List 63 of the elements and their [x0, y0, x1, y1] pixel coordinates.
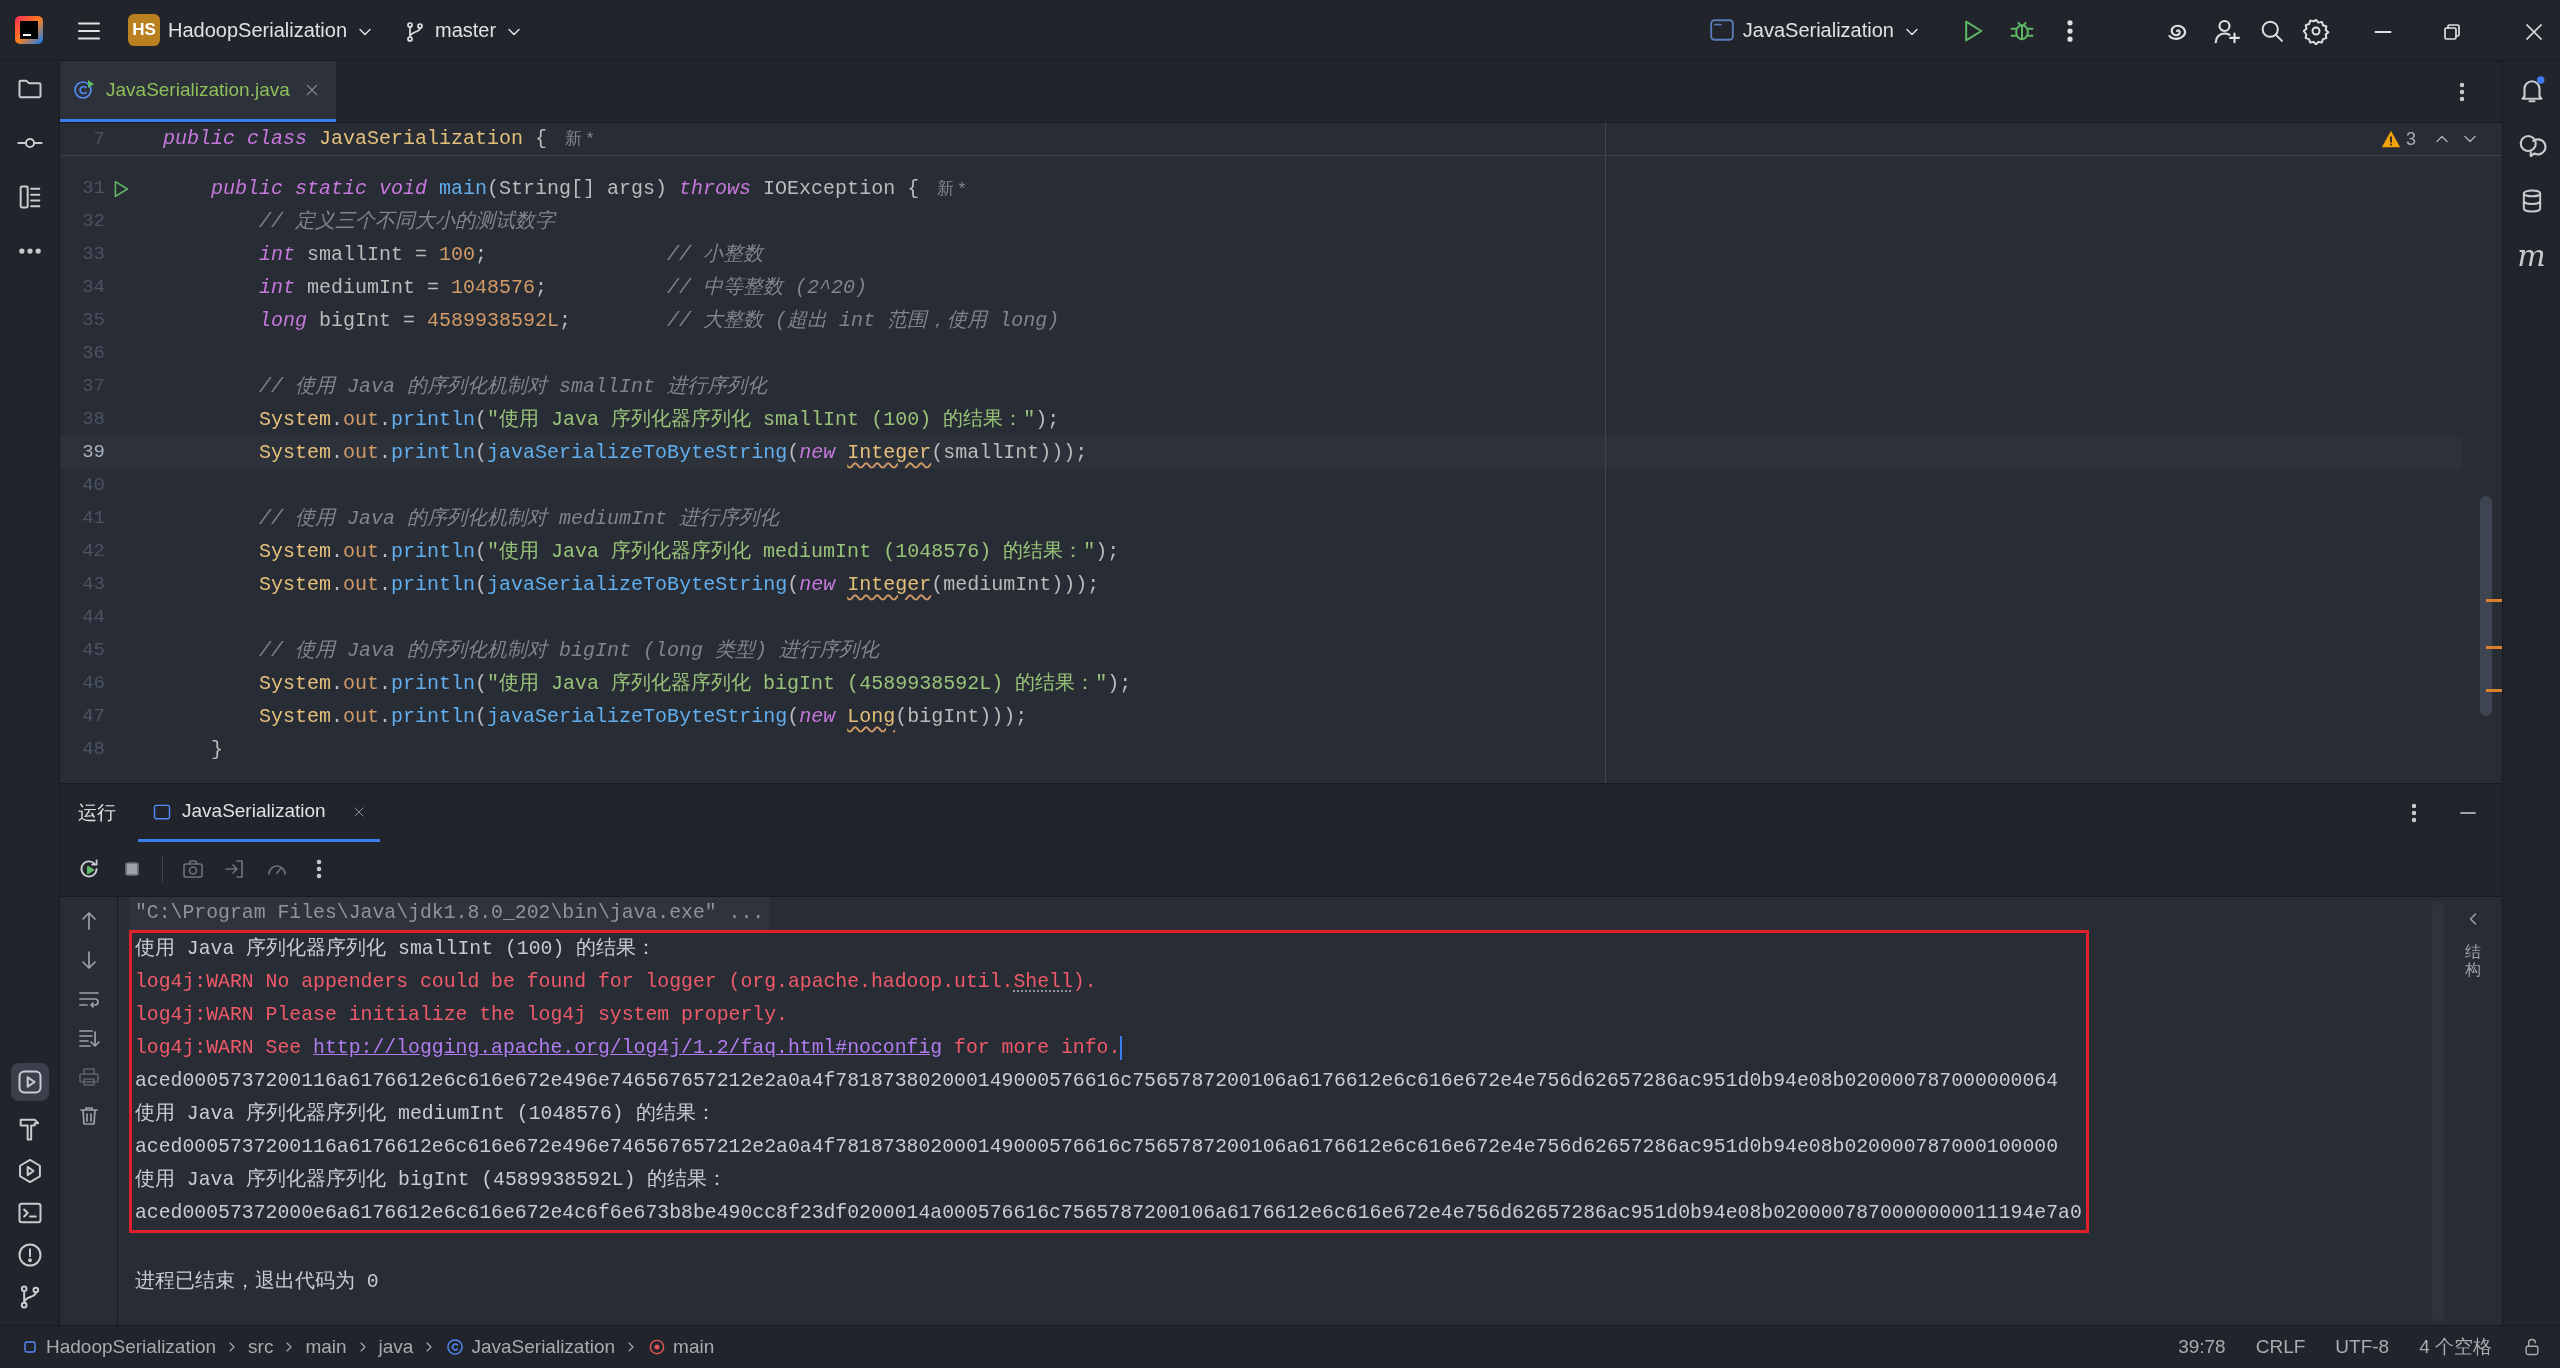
code-line: System.out.println(javaSerializeToByteString(new Integer(smallInt))); — [259, 439, 1088, 466]
breadcrumb[interactable]: JavaSerialization — [471, 1332, 616, 1362]
indent-setting[interactable]: 4 个空格 — [2419, 1332, 2492, 1362]
output-line: log4j:WARN Please initialize the log4j system properly. — [135, 1004, 788, 1026]
output-text: for more info. — [953, 1037, 1121, 1059]
link[interactable]: http://logging.apache.org/log4j/1.2/faq.html#noconfig — [313, 1037, 943, 1059]
line-ending[interactable]: CRLF — [2255, 1332, 2306, 1362]
code-line: System.out.println("使用 Java 序列化器序列化 smallInt (100) 的结果："); — [259, 406, 1060, 433]
breadcrumb[interactable]: java — [378, 1332, 414, 1362]
app-logo-icon[interactable] — [14, 15, 44, 45]
output-line: 使用 Java 序列化器序列化 bigInt (4589938592L) 的结果： — [135, 1169, 728, 1191]
text-cursor — [1120, 1035, 1123, 1060]
line-number: 39 — [81, 440, 105, 466]
scrollbar-thumb[interactable] — [2480, 496, 2492, 716]
code-line: System.out.println("使用 Java 序列化器序列化 mediumInt (1048576) 的结果："); — [259, 538, 1120, 565]
branch-name[interactable]: master — [435, 15, 497, 45]
code-line: System.out.println(javaSerializeToByteString(new Integer(mediumInt))); — [259, 571, 1100, 598]
panel-title: 运行 — [77, 800, 117, 825]
camera-icon[interactable] — [181, 857, 205, 881]
code-line: int mediumInt = 1048576; // 中等整数 (2^20) — [259, 274, 868, 301]
lock-icon[interactable] — [2522, 1337, 2542, 1357]
edit-hint: 新 * — [565, 128, 594, 151]
warning-count[interactable]: 3 — [2406, 125, 2416, 153]
class-icon — [445, 1337, 466, 1357]
breadcrumb[interactable]: HadoopSerialization — [46, 1332, 217, 1362]
warning-marker[interactable] — [2486, 599, 2502, 602]
code-line: int smallInt = 100; // 小整数 — [259, 241, 764, 268]
code-line: } — [211, 736, 223, 763]
editor-tab[interactable]: JavaSerialization.java — [60, 61, 336, 122]
code-line: // 使用 Java 的序列化机制对 mediumInt 进行序列化 — [259, 505, 780, 532]
run-configuration-icon[interactable] — [1708, 17, 1735, 43]
breadcrumb[interactable]: main — [305, 1332, 347, 1362]
file-encoding[interactable]: UTF-8 — [2335, 1332, 2390, 1362]
project-badge: HS — [128, 14, 160, 46]
output-line: aced0005737200116a6176612e6c616e672e496e746567657212e2a0a4f781873802000149000576616c7565787200106a6176612e6c616e672e4e756d62657286ac951d0b94e08b020000787000100000 — [135, 1136, 2059, 1158]
output-text: log4j:WARN See — [135, 1037, 303, 1059]
output-line: aced00057372000e6a6176612e6c616e672e4c6f6e673b8be490cc8f23df0200014a000576616c7565787200106a6176612e6c616e672e4e756d62657286ac951d0b94e08b0200007870000000011194e7a0 — [135, 1202, 2082, 1224]
output-line: log4j:WARN No appenders could be found for logger (org.apache.hadoop.util.Shell). — [135, 971, 1097, 993]
code-line: public static void main(String[] args) throws IOException { — [211, 175, 920, 202]
output-line: aced0005737200116a6176612e6c616e672e496e746567657212e2a0a4f781873802000149000576616c7565787200106a6176612e6c616e672e4e756d62657286ac951d0b94e08b020000787000000064 — [135, 1070, 2059, 1092]
cursor-position[interactable]: 39:78 — [2178, 1332, 2226, 1362]
run-configuration-name[interactable]: JavaSerialization — [1742, 15, 1894, 45]
code-line: public class JavaSerialization { — [163, 126, 548, 152]
warning-marker[interactable] — [2486, 646, 2502, 649]
code-line: // 定义三个不同大小的测试数字 — [259, 208, 555, 235]
close-icon[interactable] — [351, 804, 366, 819]
output-line: 使用 Java 序列化器序列化 mediumInt (1048576) 的结果： — [135, 1103, 716, 1125]
code-line: System.out.println(javaSerializeToByteString(new Long(bigInt))); — [259, 703, 1028, 730]
side-panel-label[interactable]: 结构 — [2465, 943, 2481, 979]
settings-icon[interactable] — [2302, 17, 2330, 46]
breadcrumb[interactable]: src — [248, 1332, 274, 1362]
exit-message: 进程已结束，退出代码为 0 — [135, 1271, 379, 1293]
class-file-icon — [72, 78, 96, 102]
warning-marker[interactable] — [2486, 689, 2502, 692]
project-name[interactable]: HadoopSerialization — [168, 15, 347, 45]
output-line: 使用 Java 序列化器序列化 smallInt (100) 的结果： — [135, 938, 657, 960]
code-line: // 使用 Java 的序列化机制对 smallInt 进行序列化 — [259, 373, 768, 400]
code-line: System.out.println("使用 Java 序列化器序列化 bigInt (4589938592L) 的结果："); — [259, 670, 1132, 697]
edit-hint: 新 * — [937, 177, 966, 200]
tool-window-button[interactable]: m — [2517, 241, 2546, 271]
code-line: long bigInt = 4589938592L; // 大整数 (超出 int 范围，使用 long) — [259, 307, 1060, 334]
breadcrumb[interactable]: main — [673, 1332, 715, 1362]
code-line: // 使用 Java 的序列化机制对 bigInt (long 类型) 进行序列化 — [259, 637, 880, 664]
